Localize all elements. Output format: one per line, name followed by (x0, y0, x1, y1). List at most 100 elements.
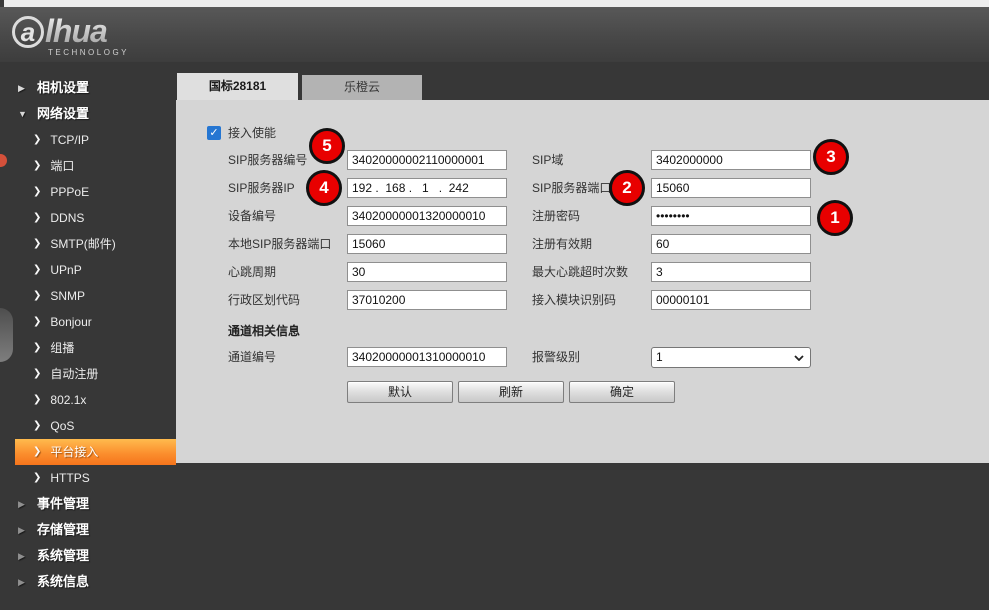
sidebar-item-camera-settings[interactable]: ▶ 相机设置 (0, 75, 176, 101)
check-icon: ✓ (209, 127, 218, 139)
sidebar-item-system-info[interactable]: ▶ 系统信息 (0, 569, 176, 595)
access-module-id-label: 接入模块识别码 (532, 290, 616, 310)
refresh-button[interactable]: 刷新 (458, 381, 564, 403)
sidebar-item-pppoe[interactable]: ❯ PPPoE (15, 179, 176, 205)
sidebar-item-label: HTTPS (50, 465, 89, 491)
chevron-right-icon: ❯ (33, 205, 41, 231)
access-module-id-input[interactable] (651, 290, 811, 310)
alarm-level-value: 1 (656, 350, 663, 364)
chevron-right-icon: ❯ (33, 361, 41, 387)
admin-region-code-input[interactable] (347, 290, 507, 310)
callout-5: 5 (309, 128, 345, 164)
sidebar-item-label: UPnP (50, 257, 81, 283)
sidebar-item-label: 平台接入 (50, 439, 98, 465)
tab-lechengyun[interactable]: 乐橙云 (302, 75, 422, 100)
sidebar-item-label: 网络设置 (37, 101, 89, 127)
sidebar-item-upnp[interactable]: ❯ UPnP (15, 257, 176, 283)
sidebar-item-system-management[interactable]: ▶系统管理 (0, 543, 176, 569)
sidebar-item-auto-register[interactable]: ❯ 自动注册 (15, 361, 176, 387)
sip-domain-input[interactable] (651, 150, 811, 170)
callout-1: 1 (817, 200, 853, 236)
sidebar-item-label: 相机设置 (37, 75, 89, 101)
channel-id-input[interactable] (347, 347, 507, 367)
channel-section-title: 通道相关信息 (228, 322, 300, 339)
local-sip-port-input[interactable] (347, 234, 507, 254)
heartbeat-period-input[interactable] (347, 262, 507, 282)
sip-server-id-label: SIP服务器编号 (228, 150, 307, 170)
sidebar-item-bonjour[interactable]: ❯ Bonjour (15, 309, 176, 335)
sidebar-item-tcpip[interactable]: ❯ TCP/IP (15, 127, 176, 153)
sidebar-nav: ▶相机设置 ▼网络设置 ❯TCP/IP ❯端口 ❯PPPoE ❯DDNS ❯SM… (0, 75, 176, 595)
register-validity-label: 注册有效期 (532, 234, 592, 254)
sidebar-item-multicast[interactable]: ❯组播 (15, 335, 176, 361)
callout-2: 2 (609, 170, 645, 206)
sidebar-item-platform-access[interactable]: ❯ 平台接入 (15, 439, 176, 465)
top-strip (0, 0, 989, 7)
sidebar-item-label: TCP/IP (50, 127, 89, 153)
default-button[interactable]: 默认 (347, 381, 453, 403)
sidebar-item-qos[interactable]: ❯QoS (15, 413, 176, 439)
sip-server-ip-label: SIP服务器IP (228, 178, 295, 198)
max-heartbeat-timeout-input[interactable] (651, 262, 811, 282)
callout-3: 3 (813, 139, 849, 175)
sidebar-item-8021x[interactable]: ❯802.1x (15, 387, 176, 413)
tab-gb28181[interactable]: 国标28181 (177, 73, 298, 100)
sidebar-item-label: 事件管理 (37, 491, 89, 517)
chevron-right-icon: ❯ (33, 283, 41, 309)
device-id-input[interactable] (347, 206, 507, 226)
chevron-right-icon: ❯ (33, 465, 41, 491)
sidebar-item-snmp[interactable]: ❯SNMP (15, 283, 176, 309)
chevron-right-icon: ❯ (33, 127, 41, 153)
register-password-input[interactable] (651, 206, 811, 226)
sidebar-item-label: PPPoE (50, 179, 89, 205)
sip-server-port-label: SIP服务器端口 (532, 178, 611, 198)
sip-server-port-input[interactable] (651, 178, 811, 198)
sidebar-item-label: Bonjour (50, 309, 91, 335)
sidebar-item-network-settings[interactable]: ▼ 网络设置 (0, 101, 176, 127)
triangle-right-icon: ▶ (18, 543, 28, 569)
register-password-label: 注册密码 (532, 206, 580, 226)
sidebar-item-ddns[interactable]: ❯ DDNS (15, 205, 176, 231)
sip-server-ip-input[interactable] (347, 178, 507, 198)
heartbeat-period-label: 心跳周期 (228, 262, 276, 282)
register-validity-input[interactable] (651, 234, 811, 254)
sip-domain-label: SIP域 (532, 150, 563, 170)
enable-checkbox[interactable]: ✓ (207, 126, 221, 140)
triangle-down-icon: ▼ (18, 101, 28, 127)
logo-tagline: TECHNOLOGY (48, 48, 129, 57)
sidebar-item-https[interactable]: ❯ HTTPS (15, 465, 176, 491)
callout-4: 4 (306, 170, 342, 206)
triangle-right-icon: ▶ (18, 517, 28, 543)
sidebar-item-label: 组播 (50, 335, 74, 361)
triangle-right-icon: ▶ (18, 569, 28, 595)
logo-brand-text: lhua (45, 13, 107, 50)
triangle-right-icon: ▶ (18, 75, 28, 101)
chevron-right-icon: ❯ (33, 231, 41, 257)
dahua-logo: alhua TECHNOLOGY (12, 13, 129, 57)
chevron-right-icon: ❯ (33, 309, 41, 335)
sidebar-item-event-management[interactable]: ▶ 事件管理 (0, 491, 176, 517)
sidebar-item-smtp[interactable]: ❯SMTP(邮件) (15, 231, 176, 257)
chevron-right-icon: ❯ (33, 413, 41, 439)
sidebar-item-label: 系统信息 (37, 569, 89, 595)
confirm-button[interactable]: 确定 (569, 381, 675, 403)
chevron-right-icon: ❯ (33, 439, 41, 465)
sip-server-id-input[interactable] (347, 150, 507, 170)
top-corner-block (0, 0, 4, 7)
logo-a-circle: a (12, 16, 44, 48)
chevron-right-icon: ❯ (33, 179, 41, 205)
sidebar-collapse-handle[interactable] (0, 308, 13, 362)
alarm-level-select[interactable]: 1 (651, 347, 811, 368)
sidebar-item-label: DDNS (50, 205, 84, 231)
admin-region-code-label: 行政区划代码 (228, 290, 300, 310)
triangle-right-icon: ▶ (18, 491, 28, 517)
sidebar-item-port[interactable]: ❯端口 (15, 153, 176, 179)
chevron-right-icon: ❯ (33, 257, 41, 283)
chevron-down-icon (794, 355, 804, 361)
alarm-level-label: 报警级别 (532, 347, 580, 367)
device-id-label: 设备编号 (228, 206, 276, 226)
sidebar-item-label: 自动注册 (50, 361, 98, 387)
sidebar-item-storage-management[interactable]: ▶存储管理 (0, 517, 176, 543)
sidebar-item-label: 802.1x (50, 387, 86, 413)
sidebar-item-label: 端口 (50, 153, 74, 179)
